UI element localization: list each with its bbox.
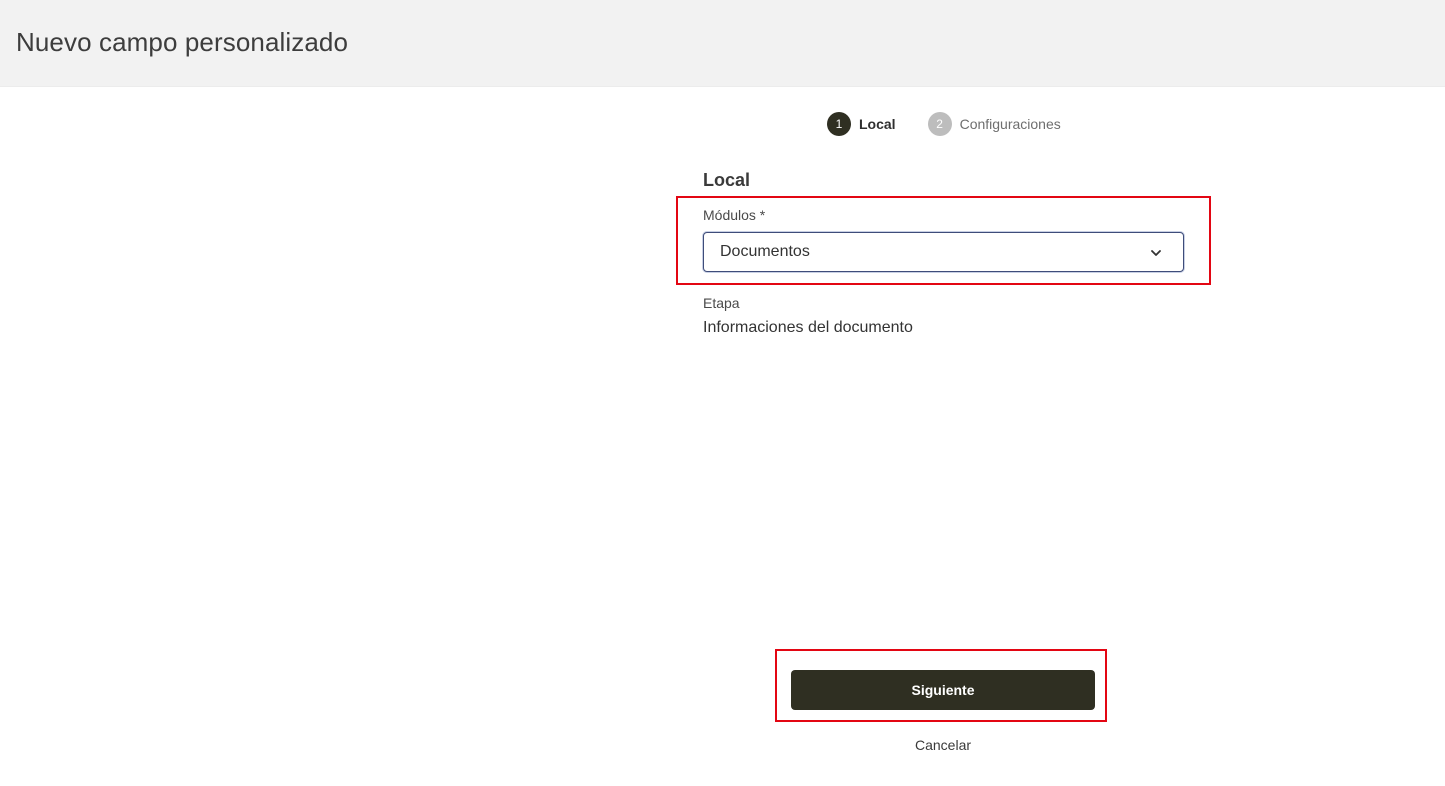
modules-label: Módulos * <box>703 207 766 223</box>
chevron-down-icon <box>1151 250 1161 256</box>
step-number-2: 2 <box>927 112 952 136</box>
step-local[interactable]: 1 Local <box>827 112 896 136</box>
etapa-label: Etapa <box>703 295 740 311</box>
step-number-1: 1 <box>827 112 851 136</box>
next-button[interactable]: Siguiente <box>791 670 1095 710</box>
page-title: Nuevo campo personalizado <box>16 27 349 57</box>
step-configuraciones[interactable]: 2 Configuraciones <box>927 112 1061 136</box>
step-label-configuraciones: Configuraciones <box>959 116 1061 132</box>
modules-select[interactable]: Documentos <box>703 232 1184 272</box>
cancel-button[interactable]: Cancelar <box>891 735 995 755</box>
modules-select-value: Documentos <box>720 243 810 260</box>
page-header: Nuevo campo personalizado <box>0 0 1445 87</box>
step-label-local: Local <box>859 116 896 132</box>
stepper: 1 Local 2 Configuraciones <box>827 112 1061 136</box>
etapa-value: Informaciones del documento <box>703 319 913 336</box>
section-title: Local <box>703 170 751 190</box>
